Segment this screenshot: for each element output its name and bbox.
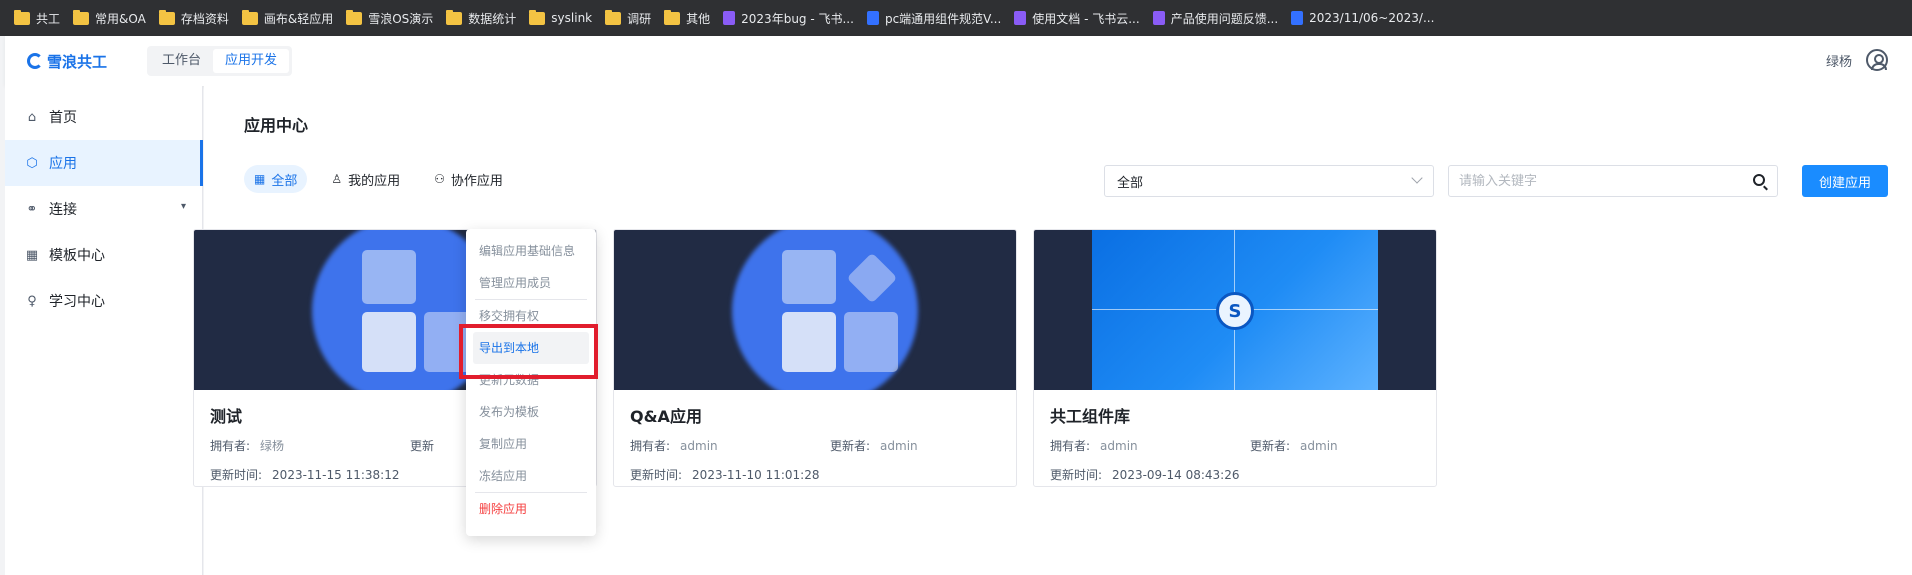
menu-item-manage-members[interactable]: 管理应用成员 bbox=[473, 267, 589, 299]
bookmark-usage-doc[interactable]: 使用文档 - 飞书云... bbox=[1010, 6, 1148, 30]
filter-collab-apps[interactable]: ⚇ 协作应用 bbox=[424, 165, 513, 193]
doc-icon bbox=[1291, 11, 1304, 25]
sidebar-item-templates[interactable]: ▦ 模板中心 bbox=[5, 232, 202, 278]
home-icon: ⌂ bbox=[27, 109, 37, 125]
bookmark-canvas[interactable]: 画布&轻应用 bbox=[238, 6, 342, 30]
users-icon: ⚇ bbox=[434, 172, 445, 186]
sheet-icon bbox=[723, 11, 736, 25]
create-app-button[interactable]: 创建应用 bbox=[1802, 165, 1888, 197]
folder-icon bbox=[241, 9, 258, 25]
highlight-box bbox=[459, 324, 598, 379]
search-icon[interactable] bbox=[1753, 174, 1765, 186]
app-update-time: 更新时间: 2023-11-15 11:38:12 bbox=[210, 468, 400, 482]
bookmark-other[interactable]: 其他 bbox=[660, 6, 719, 30]
app-updater: 更新 bbox=[410, 439, 435, 453]
app-window: 雪浪共工 工作台 应用开发 绿杨 ⌂ 首页 ⬡ 应用 ⚭ 连接 ▾ ▦ 模板中心… bbox=[5, 36, 1912, 575]
link-icon: ⚭ bbox=[26, 201, 38, 217]
sidebar-item-connect[interactable]: ⚭ 连接 ▾ bbox=[5, 186, 202, 232]
app-update-time: 更新时间: 2023-11-10 11:01:28 bbox=[630, 468, 820, 482]
sidebar-item-apps[interactable]: ⬡ 应用 bbox=[5, 140, 203, 186]
folder-icon bbox=[14, 9, 30, 25]
folder-icon bbox=[446, 9, 463, 25]
sidebar-item-learning[interactable]: ♀ 学习中心 bbox=[5, 278, 202, 324]
chevron-down-icon bbox=[1411, 172, 1423, 184]
sheet-icon bbox=[1152, 11, 1165, 25]
app-owner: 拥有者: admin bbox=[630, 439, 718, 453]
bookmark-feedback[interactable]: 产品使用问题反馈... bbox=[1149, 6, 1287, 30]
folder-icon bbox=[664, 9, 681, 25]
folder-icon bbox=[73, 9, 90, 25]
menu-item-delete-app[interactable]: 删除应用 bbox=[473, 493, 589, 525]
app-title: 共工组件库 bbox=[1050, 407, 1131, 426]
avatar-icon[interactable] bbox=[1866, 49, 1888, 71]
app-title: 测试 bbox=[210, 407, 243, 426]
grid-icon: ▦ bbox=[25, 247, 39, 263]
sheet-icon bbox=[1014, 11, 1027, 25]
folder-icon bbox=[605, 9, 622, 25]
tab-workbench[interactable]: 工作台 bbox=[150, 49, 213, 73]
menu-item-publish-template[interactable]: 发布为模板 bbox=[473, 396, 589, 428]
user-icon: ♙ bbox=[331, 172, 343, 186]
bookmark-stats[interactable]: 数据统计 bbox=[442, 6, 525, 30]
filter-all[interactable]: ▦ 全部 bbox=[244, 165, 308, 193]
bookmark-archive[interactable]: 存档资料 bbox=[155, 6, 238, 30]
app-updater: 更新者: admin bbox=[830, 439, 918, 453]
app-thumbnail bbox=[614, 230, 1016, 390]
doc-icon bbox=[866, 11, 879, 25]
top-header: 雪浪共工 工作台 应用开发 绿杨 bbox=[5, 36, 1912, 86]
folder-icon bbox=[158, 9, 175, 25]
top-nav: 工作台 应用开发 bbox=[147, 46, 293, 76]
search-box bbox=[1448, 165, 1778, 197]
app-update-time: 更新时间: 2023-09-14 08:43:26 bbox=[1050, 468, 1240, 482]
app-owner: 拥有者: admin bbox=[1050, 439, 1138, 453]
bookmark-gonggong[interactable]: 共工 bbox=[10, 6, 69, 30]
sidebar: ⌂ 首页 ⬡ 应用 ⚭ 连接 ▾ ▦ 模板中心 ♀ 学习中心 bbox=[5, 86, 203, 575]
app-title: Q&A应用 bbox=[630, 407, 702, 426]
menu-item-edit-info[interactable]: 编辑应用基础信息 bbox=[473, 235, 589, 267]
logo[interactable]: 雪浪共工 bbox=[27, 51, 141, 72]
filter-tabs: ▦ 全部 ♙ 我的应用 ⚇ 协作应用 bbox=[244, 165, 513, 193]
app-card-qa[interactable]: Q&A应用 拥有者: admin 更新者: admin 更新时间: 2023-11-1… bbox=[613, 229, 1017, 487]
menu-item-copy-app[interactable]: 复制应用 bbox=[473, 428, 589, 460]
chevron-down-icon[interactable]: ▾ bbox=[181, 201, 186, 212]
filter-my-apps[interactable]: ♙ 我的应用 bbox=[321, 165, 410, 193]
cube-icon: ⬡ bbox=[26, 155, 38, 171]
app-owner: 拥有者: 绿杨 bbox=[210, 439, 285, 453]
logo-badge-icon: S bbox=[1216, 292, 1254, 330]
search-input[interactable] bbox=[1459, 167, 1739, 195]
page-title: 应用中心 bbox=[244, 116, 309, 135]
app-context-menu: 编辑应用基础信息 管理应用成员 移交拥有权 导出到本地 更新元数据 发布为模板 … bbox=[466, 229, 596, 536]
bookmark-research[interactable]: 调研 bbox=[601, 6, 660, 30]
bookmark-pc-spec[interactable]: pc端通用组件规范V... bbox=[863, 6, 1010, 30]
user-menu[interactable]: 绿杨 bbox=[1826, 49, 1888, 71]
folder-icon bbox=[346, 9, 363, 25]
bookmarks-bar: 共工 常用&OA 存档资料 画布&轻应用 雪浪OS演示 数据统计 syslink… bbox=[0, 0, 1912, 36]
bookmark-weekly[interactable]: 2023/11/06~2023/... bbox=[1287, 6, 1443, 30]
app-updater: 更新者: admin bbox=[1250, 439, 1338, 453]
sidebar-item-home[interactable]: ⌂ 首页 bbox=[5, 94, 202, 140]
folder-icon bbox=[529, 9, 546, 25]
menu-item-freeze-app[interactable]: 冻结应用 bbox=[473, 460, 589, 492]
bookmark-common-oa[interactable]: 常用&OA bbox=[69, 6, 155, 30]
category-select[interactable]: 全部 bbox=[1104, 165, 1434, 197]
bookmark-syslink[interactable]: syslink bbox=[525, 6, 601, 30]
user-name: 绿杨 bbox=[1825, 54, 1852, 70]
app-thumbnail: S bbox=[1034, 230, 1436, 390]
tab-app-development[interactable]: 应用开发 bbox=[213, 49, 290, 73]
app-card-component-lib[interactable]: S 共工组件库 拥有者: admin 更新者: admin 更新时间: 2023-09… bbox=[1033, 229, 1437, 487]
bulb-icon: ♀ bbox=[27, 293, 37, 309]
logo-icon bbox=[27, 53, 43, 69]
bookmark-os-demo[interactable]: 雪浪OS演示 bbox=[342, 6, 442, 30]
bookmark-bug-sheet[interactable]: 2023年bug - 飞书... bbox=[719, 6, 863, 30]
grid-icon: ▦ bbox=[254, 172, 266, 186]
